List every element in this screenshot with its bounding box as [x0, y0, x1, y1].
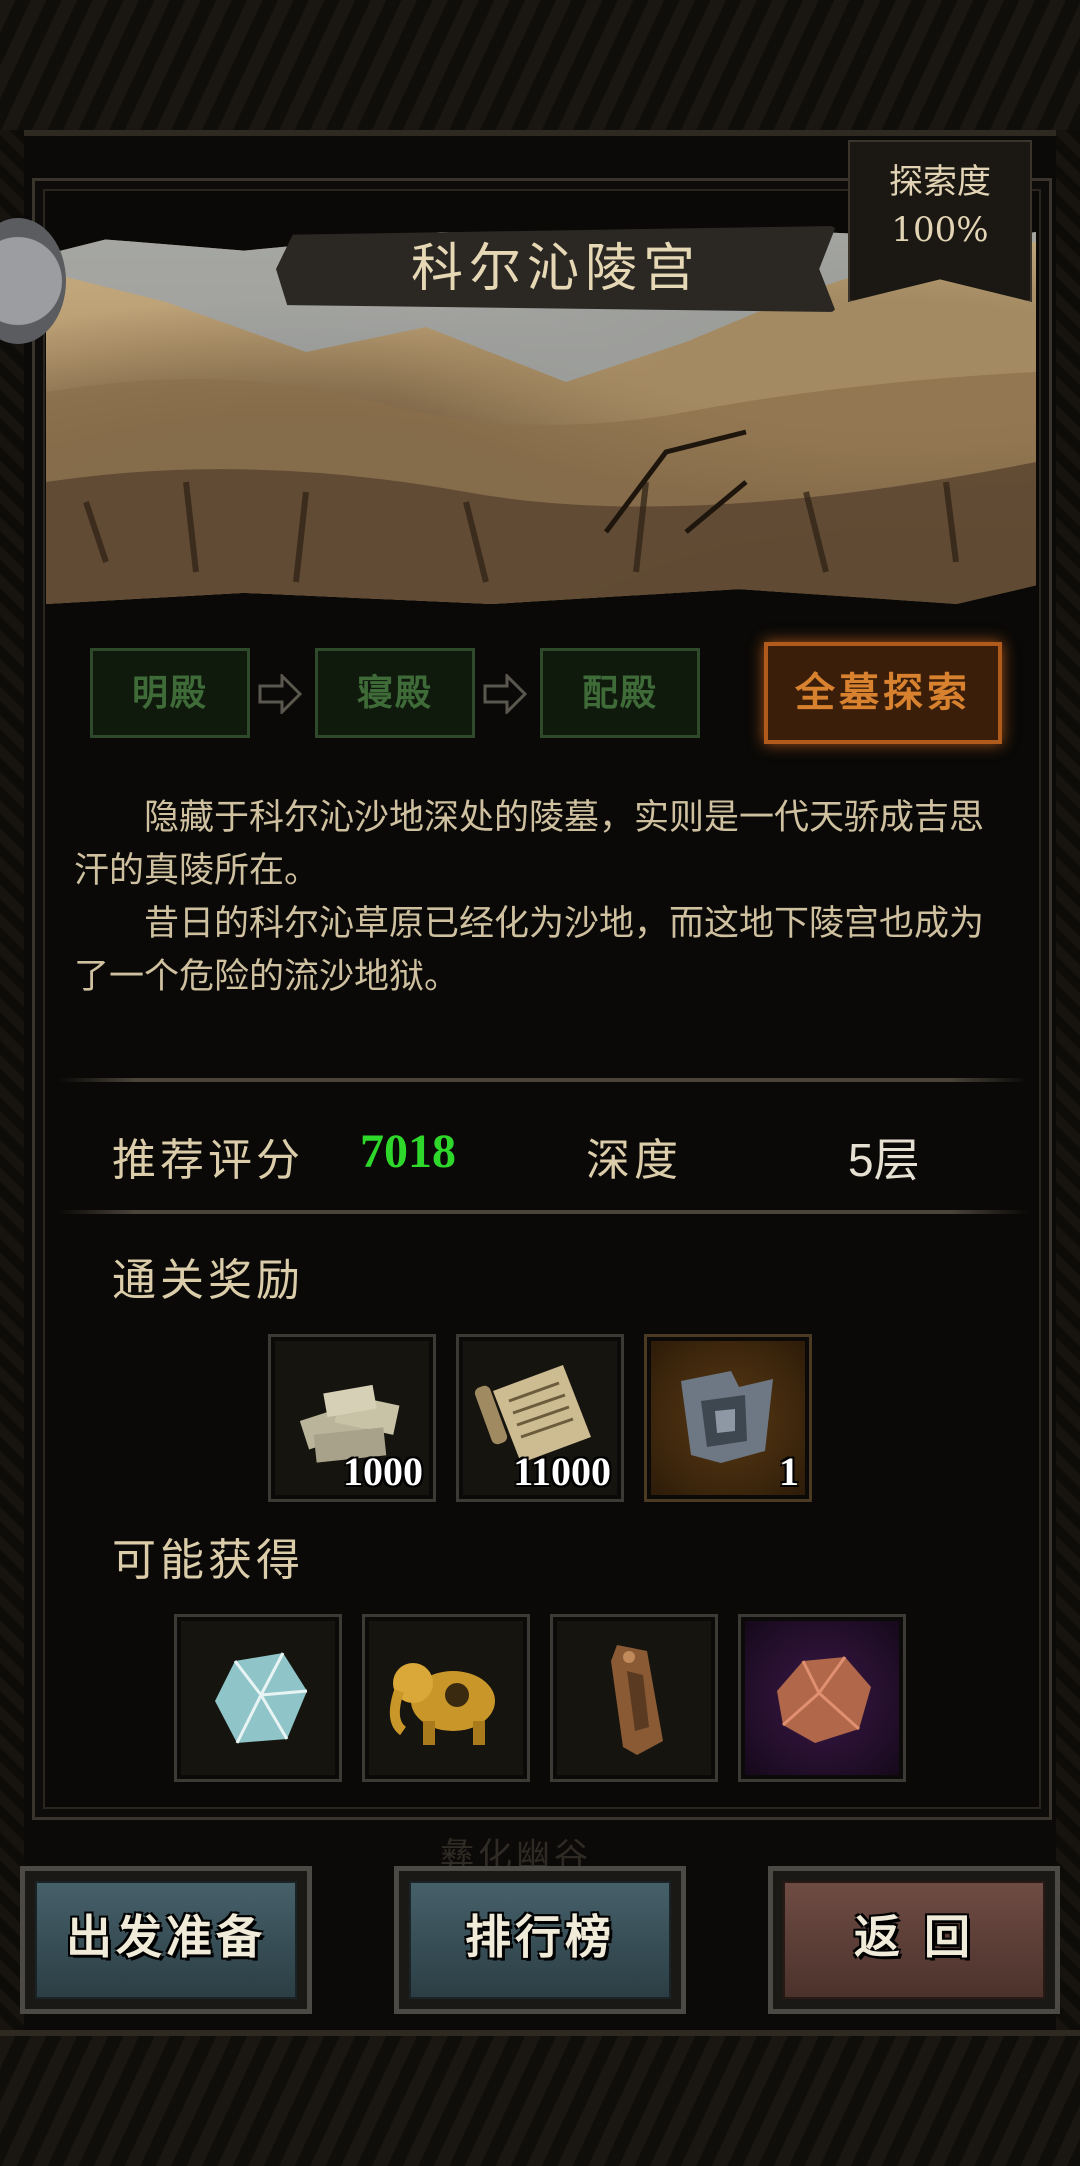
arrow-right-icon — [483, 674, 527, 714]
prepare-button[interactable]: 出发准备 — [20, 1866, 312, 2014]
drop-slot[interactable] — [550, 1614, 718, 1782]
recommended-score: 7018 — [360, 1125, 456, 1178]
description-paragraph-2: 昔日的科尔沁草原已经化为沙地，而这地下陵宫也成为了一个危险的流沙地狱。 — [74, 904, 985, 997]
ranking-button[interactable]: 排行榜 — [394, 1866, 686, 2014]
bronze-tablet-icon — [611, 1645, 663, 1755]
divider — [58, 1078, 1028, 1082]
back-button-label: 返 回 — [783, 1881, 1045, 1999]
reward-quantity: 1000 — [343, 1449, 423, 1494]
reward-slot[interactable]: 11000 — [456, 1334, 624, 1502]
bottom-frame — [0, 2030, 1080, 2166]
rewards-title: 通关奖励 — [112, 1255, 304, 1306]
prepare-button-label: 出发准备 — [35, 1881, 297, 1999]
stage-button-3[interactable]: 配殿 — [540, 648, 700, 738]
left-border — [0, 130, 24, 2030]
location-description: 隐藏于科尔沁沙地深处的陵墓，实则是一代天骄成吉思汗的真陵所在。 昔日的科尔沁草原… — [74, 792, 1014, 1004]
ranking-button-label: 排行榜 — [409, 1881, 671, 1999]
drop-slot[interactable] — [362, 1614, 530, 1782]
stage-button-2[interactable]: 寝殿 — [315, 648, 475, 738]
location-title: 科尔沁陵宫 — [276, 226, 836, 312]
possible-drops-title: 可能获得 — [112, 1535, 304, 1586]
top-frame — [0, 0, 1080, 136]
stage-button-1[interactable]: 明殿 — [90, 648, 250, 738]
crystal-ore-icon — [215, 1652, 308, 1744]
exploration-ribbon: 探索度 100% — [848, 140, 1032, 302]
exploration-label: 探索度 — [889, 162, 991, 202]
drop-slot[interactable] — [174, 1614, 342, 1782]
score-label: 推荐评分 — [112, 1135, 304, 1186]
depth-label: 深度 — [586, 1135, 682, 1186]
exploration-value: 100% — [891, 210, 989, 250]
reward-quantity: 1 — [779, 1449, 799, 1494]
divider — [58, 1210, 1028, 1214]
arrow-right-icon — [258, 674, 302, 714]
right-border — [1056, 130, 1080, 2030]
reward-slot[interactable]: 1000 — [268, 1334, 436, 1502]
copper-ore-icon — [777, 1656, 871, 1743]
description-paragraph-1: 隐藏于科尔沁沙地深处的陵墓，实则是一代天骄成吉思汗的真陵所在。 — [74, 798, 985, 891]
reward-quantity: 11000 — [513, 1449, 611, 1494]
depth-value: 5层 — [848, 1134, 920, 1186]
full-explore-button[interactable]: 全墓探索 — [764, 642, 1002, 744]
reward-slot[interactable]: 1 — [644, 1334, 812, 1502]
map-fragment-icon — [681, 1371, 773, 1463]
golden-elephant-icon — [389, 1663, 495, 1745]
drop-slot[interactable] — [738, 1614, 906, 1782]
back-button[interactable]: 返 回 — [768, 1866, 1060, 2014]
